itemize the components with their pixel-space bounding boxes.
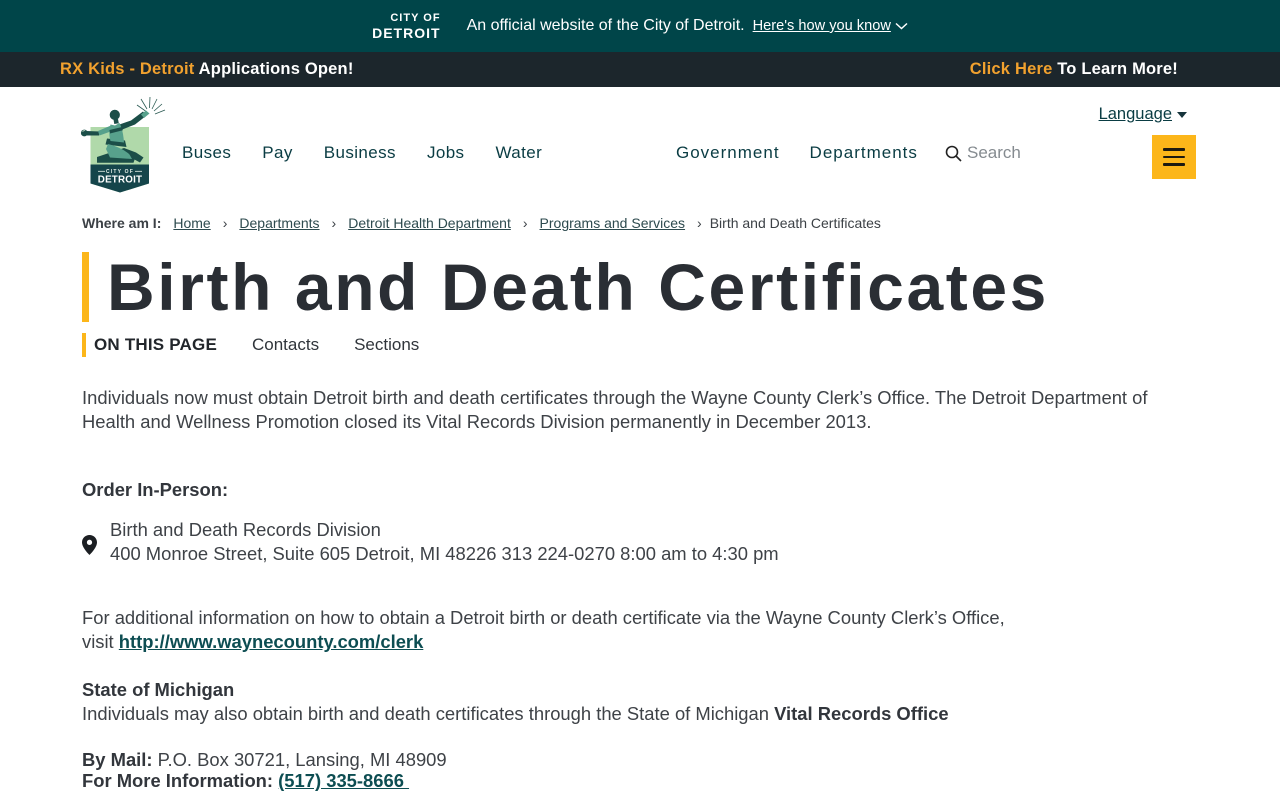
svg-text:DETROIT: DETROIT — [98, 175, 142, 186]
